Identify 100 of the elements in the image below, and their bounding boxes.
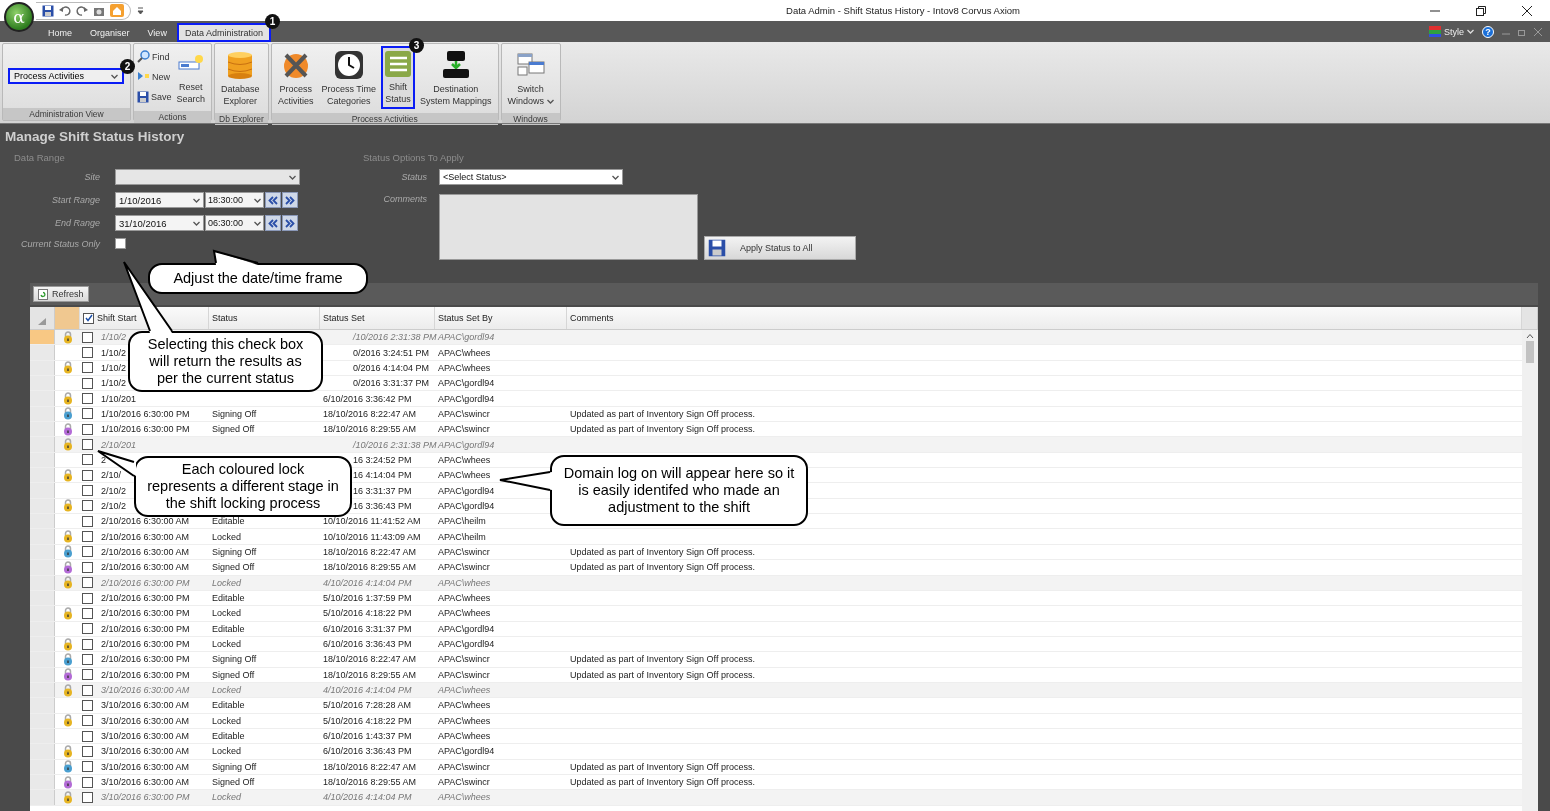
row-checkbox[interactable] xyxy=(82,500,93,512)
site-dropdown[interactable] xyxy=(115,169,300,185)
status-dropdown[interactable]: <Select Status> xyxy=(439,169,623,185)
checkbox[interactable] xyxy=(115,238,126,249)
table-cell-text: 1/10/2 xyxy=(100,332,127,343)
row-checkbox[interactable] xyxy=(82,331,93,343)
table-cell-text: APAC\swincr xyxy=(437,408,491,419)
customize-icon[interactable] xyxy=(137,6,144,15)
column-header[interactable]: Shift Start xyxy=(97,313,137,323)
row-checkbox[interactable] xyxy=(82,577,93,589)
column-header[interactable]: Status Set xyxy=(320,307,435,329)
row-checkbox[interactable] xyxy=(82,761,93,773)
next-button[interactable] xyxy=(282,215,298,231)
table-cell-text: APAC\whees xyxy=(437,792,492,803)
table-cell-text: 1/10/2 xyxy=(100,362,127,373)
home-icon[interactable] xyxy=(110,4,124,17)
row-checkbox[interactable] xyxy=(82,653,93,665)
ribbon-button[interactable]: New xyxy=(137,68,172,85)
scroll-thumb[interactable] xyxy=(1526,341,1534,363)
ribbon-tab[interactable]: View xyxy=(139,23,175,42)
ribbon-tab[interactable]: Home xyxy=(40,23,80,42)
table-cell-text: Locked xyxy=(211,685,243,696)
scroll-up-icon[interactable] xyxy=(1526,333,1534,339)
row-checkbox[interactable] xyxy=(82,423,93,435)
row-checkbox[interactable] xyxy=(82,623,93,635)
ribbon-button[interactable]: Reset Search xyxy=(173,46,209,109)
row-checkbox[interactable] xyxy=(82,669,93,681)
apply-button[interactable]: Apply Status to All xyxy=(704,236,856,260)
table-cell-text: Signed Off xyxy=(211,669,256,680)
corner-icon xyxy=(38,318,46,325)
row-checkbox[interactable] xyxy=(82,531,93,543)
row-checkbox[interactable] xyxy=(82,377,93,389)
comments-field[interactable] xyxy=(439,194,698,260)
date-field[interactable]: 1/10/2016 xyxy=(115,192,204,208)
page-title: Manage Shift Status History xyxy=(5,129,186,146)
time-field[interactable]: 06:30:00 xyxy=(205,215,264,231)
ribbon-button[interactable]: Find xyxy=(137,48,172,65)
table-cell-text: APAC\swincr xyxy=(437,761,491,772)
row-checkbox[interactable] xyxy=(82,393,93,405)
help-button[interactable]: ? xyxy=(1482,25,1494,38)
row-checkbox[interactable] xyxy=(82,684,93,696)
table-cell-text: APAC\swincr xyxy=(437,777,491,788)
row-checkbox[interactable] xyxy=(82,485,93,497)
row-checkbox[interactable] xyxy=(82,515,93,527)
row-checkbox[interactable] xyxy=(82,454,93,466)
table-cell-text: Updated as part of Inventory Sign Off process. xyxy=(569,654,756,665)
column-header[interactable]: Status Set By xyxy=(435,307,567,329)
table-cell-text: 6/10/2016 3:36:42 PM xyxy=(322,393,413,404)
table-cell-text: Updated as part of Inventory Sign Off process. xyxy=(569,761,756,772)
table-cell-text: 18/10/2016 8:22:47 AM xyxy=(322,761,418,772)
table-cell-text: 2/10/201 xyxy=(100,439,137,450)
ribbon-tab[interactable]: Data Administration xyxy=(176,23,271,42)
table-cell-text: 0/2016 4:14:04 PM xyxy=(352,362,431,373)
row-checkbox[interactable] xyxy=(82,776,93,788)
ribbon-button[interactable]: Switch Windows xyxy=(504,46,557,111)
table-cell-text: Signing Off xyxy=(211,547,258,557)
previous-button[interactable] xyxy=(265,215,281,231)
table-cell-text: APAC\gordl94 xyxy=(437,439,496,450)
ribbon-button[interactable]: Process Activities xyxy=(274,46,317,111)
close-icon xyxy=(1522,5,1532,16)
restore-icon[interactable] xyxy=(1518,27,1526,36)
row-checkbox[interactable] xyxy=(82,792,93,803)
ribbon-button[interactable]: Shift Status xyxy=(380,46,415,109)
close-icon[interactable] xyxy=(1534,27,1542,36)
ribbon-button[interactable]: Database Explorer xyxy=(218,46,263,111)
table-cell-text: Locked xyxy=(211,715,243,726)
row-checkbox[interactable] xyxy=(82,561,93,573)
ribbon-button[interactable]: Process Time Categories xyxy=(318,46,379,111)
ribbon-button[interactable]: Save xyxy=(137,88,172,105)
row-checkbox[interactable] xyxy=(82,715,93,727)
row-checkbox[interactable] xyxy=(82,469,93,481)
table-cell-text: APAC\whees xyxy=(437,700,492,711)
column-header[interactable]: Status xyxy=(209,307,320,329)
table-cell-text: /10/2016 2:31:38 PM xyxy=(351,332,435,343)
table-cell-text: 2/10/2016 6:30:00 PM xyxy=(100,577,190,588)
row-checkbox[interactable] xyxy=(82,546,93,558)
row-checkbox[interactable] xyxy=(82,408,93,420)
undo-icon[interactable] xyxy=(59,4,71,17)
redo-icon[interactable] xyxy=(76,4,88,17)
scrollbar[interactable] xyxy=(1522,330,1538,811)
row-checkbox[interactable] xyxy=(82,362,93,374)
style-button[interactable]: Style xyxy=(1429,26,1474,37)
previous-button[interactable] xyxy=(265,192,281,208)
row-checkbox[interactable] xyxy=(82,638,93,650)
date-field[interactable]: 31/10/2016 xyxy=(115,215,204,231)
row-checkbox[interactable] xyxy=(82,730,93,742)
next-button[interactable] xyxy=(282,192,298,208)
row-checkbox[interactable] xyxy=(82,347,93,358)
row-checkbox[interactable] xyxy=(82,607,93,619)
select-all-checkbox[interactable] xyxy=(83,312,94,324)
palette-icon xyxy=(1429,26,1441,37)
row-checkbox[interactable] xyxy=(82,745,93,757)
time-field[interactable]: 18:30:00 xyxy=(205,192,264,208)
view-dropdown[interactable]: Process Activities xyxy=(8,68,124,84)
restore-icon xyxy=(1476,5,1486,16)
row-checkbox[interactable] xyxy=(82,592,93,604)
ribbon-tab[interactable]: Organiser xyxy=(82,23,138,42)
row-checkbox[interactable] xyxy=(82,699,93,711)
row-checkbox[interactable] xyxy=(82,439,93,451)
refresh-button[interactable]: Refresh xyxy=(33,286,89,302)
